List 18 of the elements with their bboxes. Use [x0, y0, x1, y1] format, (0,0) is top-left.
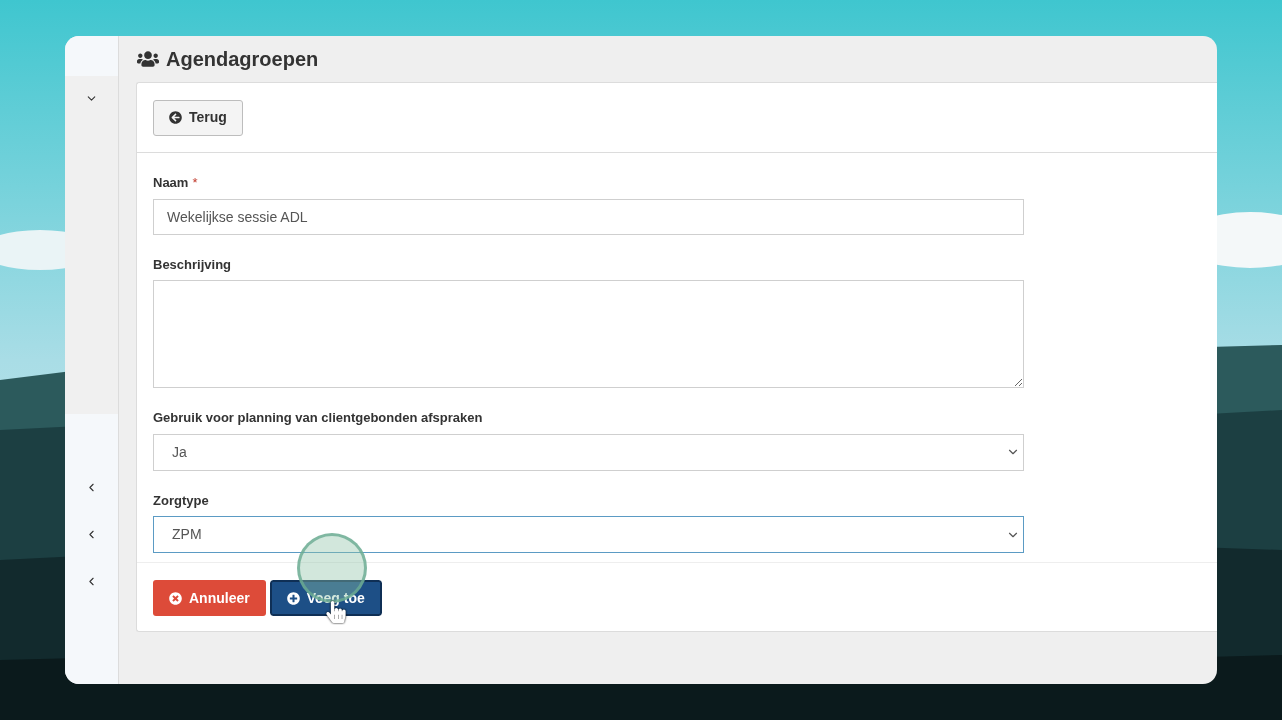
add-button[interactable]: Voeg toe: [269, 580, 382, 616]
field-label: Zorgtype: [153, 491, 209, 510]
field-label: Beschrijving: [153, 255, 232, 274]
select-field[interactable]: ZPM: [153, 516, 1024, 553]
sidebar-item[interactable]: [65, 76, 118, 414]
select-field[interactable]: Ja: [153, 433, 1024, 471]
text-field[interactable]: Wekelijkse sessie ADL: [153, 198, 1024, 235]
users-icon: [137, 48, 159, 70]
page-title: Agendagroepen: [166, 47, 319, 72]
required-mark: *: [192, 174, 198, 192]
close-icon: [169, 591, 182, 605]
cancel-button[interactable]: Annuleer: [153, 580, 266, 616]
back-arrow-icon: [169, 111, 182, 124]
text-area[interactable]: [153, 280, 1024, 388]
field-label: Gebruik voor planning van clientgebonden afspraken: [153, 409, 483, 427]
field-label: Naam: [153, 174, 189, 192]
back-button[interactable]: Terug: [153, 99, 243, 136]
plus-icon: [286, 591, 300, 605]
